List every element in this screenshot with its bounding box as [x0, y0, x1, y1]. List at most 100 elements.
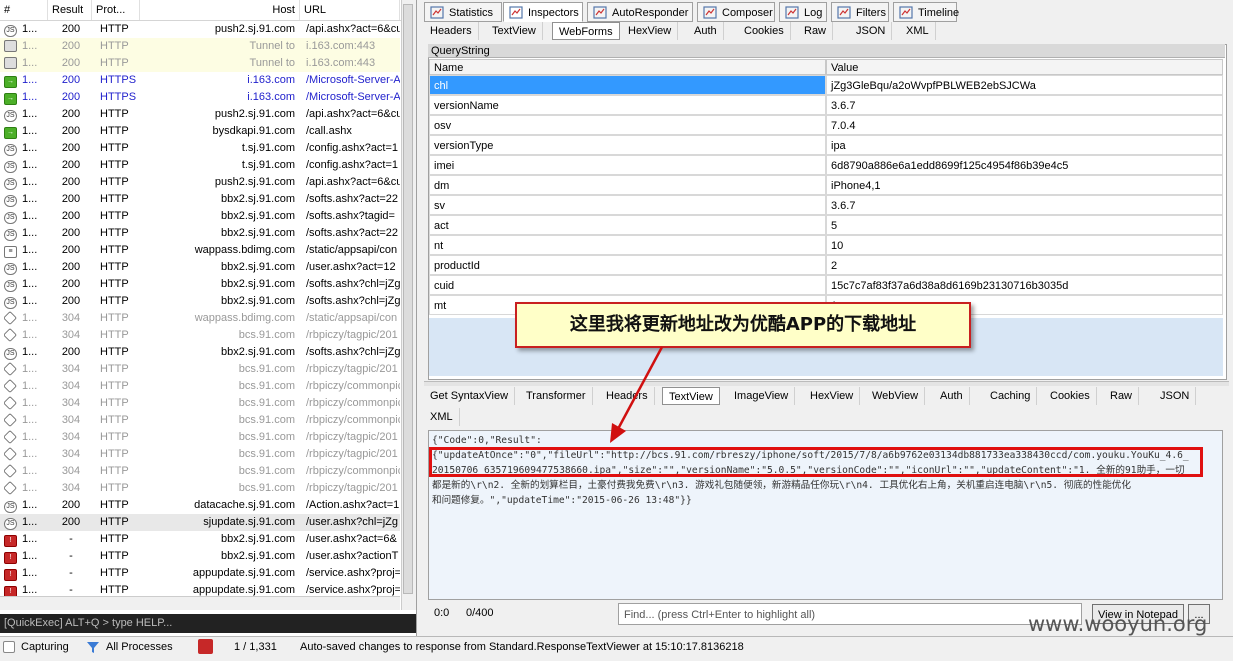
- session-url: /softs.ashx?act=22: [306, 227, 399, 239]
- request-tab-xml[interactable]: XML: [900, 22, 936, 40]
- tab-composer[interactable]: Composer: [697, 2, 775, 22]
- session-row[interactable]: JS 1... 200 HTTP t.sj.91.com/config.ashx?act…: [0, 140, 400, 157]
- session-result: 304: [61, 363, 81, 375]
- find-input[interactable]: Find... (press Ctrl+Enter to highlight a…: [618, 603, 1082, 625]
- session-row[interactable]: → 1... 200 HTTPS i.163.com/Microsoft-Server-…: [0, 72, 400, 89]
- session-url: /Microsoft-Server-A: [306, 91, 400, 103]
- session-row[interactable]: JS 1... 200 HTTP bbx2.sj.91.com/softs.ashx?a…: [0, 191, 400, 208]
- horizontal-scrollbar[interactable]: [0, 596, 400, 610]
- session-row[interactable]: JS 1... 200 HTTP push2.sj.91.com/api.ashx?ac…: [0, 106, 400, 123]
- param-value: 7.0.4: [826, 115, 1223, 135]
- response-tab-transformer[interactable]: Transformer: [520, 387, 593, 405]
- querystring-row[interactable]: productId 2: [429, 255, 1223, 275]
- querystring-row[interactable]: osv 7.0.4: [429, 115, 1223, 135]
- col-url[interactable]: URL: [300, 0, 400, 20]
- request-tab-hexview[interactable]: HexView: [622, 22, 679, 40]
- session-row[interactable]: JS 1... 200 HTTP bbx2.sj.91.com/softs.ashx?c…: [0, 344, 400, 361]
- col-host[interactable]: Host: [140, 0, 300, 20]
- param-name: cuid: [429, 275, 826, 295]
- querystring-row[interactable]: nt 10: [429, 235, 1223, 255]
- response-tab-hexview[interactable]: HexView: [804, 387, 861, 405]
- request-tab-auth[interactable]: Auth: [688, 22, 724, 40]
- tab-inspectors[interactable]: Inspectors: [503, 2, 583, 22]
- request-tab-json[interactable]: JSON: [850, 22, 893, 40]
- response-tab-json[interactable]: JSON: [1154, 387, 1197, 405]
- response-tab-auth[interactable]: Auth: [934, 387, 970, 405]
- session-row[interactable]: 1... 304 HTTP wappass.bdimg.com/static/apps…: [0, 310, 400, 327]
- request-tab-webforms[interactable]: WebForms: [552, 22, 620, 40]
- session-row[interactable]: 1... 304 HTTP bcs.91.com/rbpiczy/commonpic: [0, 378, 400, 395]
- querystring-row[interactable]: versionType ipa: [429, 135, 1223, 155]
- tab-log[interactable]: Log: [779, 2, 827, 22]
- querystring-row[interactable]: cuid 15c7c7af83f37a6d38a8d6169b23130716b3…: [429, 275, 1223, 295]
- session-row[interactable]: 1... 304 HTTP bcs.91.com/rbpiczy/tagpic/201: [0, 361, 400, 378]
- querystring-row[interactable]: act 5: [429, 215, 1223, 235]
- session-row[interactable]: ! 1... - HTTP bbx2.sj.91.com/user.ashx?actio…: [0, 548, 400, 565]
- querystring-col-value[interactable]: Value: [826, 59, 1223, 75]
- request-tab-raw[interactable]: Raw: [798, 22, 834, 40]
- stop-icon[interactable]: [198, 639, 213, 654]
- session-row[interactable]: JS 1... 200 HTTP bbx2.sj.91.com/softs.ashx?c…: [0, 276, 400, 293]
- session-row[interactable]: JS 1... 200 HTTP bbx2.sj.91.com/user.ashx?ac…: [0, 259, 400, 276]
- response-tab-raw[interactable]: Raw: [1104, 387, 1140, 405]
- session-row[interactable]: JS 1... 200 HTTP datacache.sj.91.com/Action.…: [0, 497, 400, 514]
- session-row[interactable]: 1... 304 HTTP bcs.91.com/rbpiczy/commonpic: [0, 463, 400, 480]
- tab-statistics[interactable]: Statistics: [424, 2, 502, 22]
- request-tab-headers[interactable]: Headers: [424, 22, 479, 40]
- param-value: ipa: [826, 135, 1223, 155]
- session-row[interactable]: ! 1... - HTTP bbx2.sj.91.com/user.ashx?act=6…: [0, 531, 400, 548]
- session-row[interactable]: 1... 200 HTTP Tunnel to i.163.com:443: [0, 55, 400, 72]
- process-filter[interactable]: All Processes: [106, 637, 173, 657]
- param-value: 5: [826, 215, 1223, 235]
- request-tab-textview[interactable]: TextView: [486, 22, 543, 40]
- response-tab-caching[interactable]: Caching: [984, 387, 1038, 405]
- scrollbar-thumb[interactable]: [403, 4, 413, 594]
- session-row[interactable]: JS 1... 200 HTTP bbx2.sj.91.com/softs.ashx?a…: [0, 225, 400, 242]
- session-row[interactable]: JS 1... 200 HTTP bbx2.sj.91.com/softs.ashx?t…: [0, 208, 400, 225]
- tab-timeline[interactable]: Timeline: [893, 2, 959, 22]
- session-num: 1...: [22, 193, 38, 205]
- col-num[interactable]: #: [0, 0, 48, 20]
- session-row[interactable]: 1... 304 HTTP bcs.91.com/rbpiczy/commonpic: [0, 412, 400, 429]
- capturing-label[interactable]: Capturing: [21, 637, 69, 657]
- session-row[interactable]: 1... 200 HTTP Tunnel to i.163.com:443: [0, 38, 400, 55]
- response-tab-imageview[interactable]: ImageView: [728, 387, 796, 405]
- session-row[interactable]: ≡ 1... 200 HTTP wappass.bdimg.com/static/app…: [0, 242, 400, 259]
- col-protocol[interactable]: Prot...: [92, 0, 140, 20]
- tab-autoresponder[interactable]: AutoResponder: [587, 2, 693, 22]
- response-tab-webview[interactable]: WebView: [866, 387, 926, 405]
- querystring-row[interactable]: dm iPhone4,1: [429, 175, 1223, 195]
- session-host: sjupdate.sj.91.com: [203, 516, 295, 528]
- col-result[interactable]: Result: [48, 0, 92, 20]
- session-row[interactable]: 1... 304 HTTP bcs.91.com/rbpiczy/tagpic/201: [0, 429, 400, 446]
- response-tab-cookies[interactable]: Cookies: [1044, 387, 1097, 405]
- session-row[interactable]: JS 1... 200 HTTP bbx2.sj.91.com/softs.ashx?c…: [0, 293, 400, 310]
- response-tab-xml[interactable]: XML: [424, 408, 460, 426]
- querystring-row[interactable]: chl jZg3GleBqu/a2oWvpfPBLWEB2ebSJCWa: [429, 75, 1223, 95]
- session-row[interactable]: 1... 304 HTTP bcs.91.com/rbpiczy/tagpic/201: [0, 480, 400, 497]
- d304-icon: [4, 463, 18, 479]
- pane-splitter[interactable]: [424, 381, 1229, 386]
- querystring-col-name[interactable]: Name: [429, 59, 826, 75]
- quickexec-input[interactable]: [QuickExec] ALT+Q > type HELP...: [0, 614, 416, 633]
- request-tab-cookies[interactable]: Cookies: [738, 22, 791, 40]
- querystring-row[interactable]: sv 3.6.7: [429, 195, 1223, 215]
- param-name: nt: [429, 235, 826, 255]
- session-url: /static/appsapi/con: [306, 312, 398, 324]
- session-row[interactable]: JS 1... 200 HTTP push2.sj.91.com/api.ashx?ac…: [0, 21, 400, 38]
- tab-filters[interactable]: Filters: [831, 2, 889, 22]
- session-row[interactable]: JS 1... 200 HTTP sjupdate.sj.91.com/user.ash…: [0, 514, 400, 531]
- session-row[interactable]: → 1... 200 HTTPS i.163.com/Microsoft-Server-…: [0, 89, 400, 106]
- session-result: 304: [61, 431, 81, 443]
- session-row[interactable]: 1... 304 HTTP bcs.91.com/rbpiczy/tagpic/201: [0, 446, 400, 463]
- session-row[interactable]: → 1... 200 HTTP bysdkapi.91.com/call.ashx: [0, 123, 400, 140]
- querystring-row[interactable]: versionName 3.6.7: [429, 95, 1223, 115]
- pencil-icon: [703, 6, 717, 19]
- session-row[interactable]: JS 1... 200 HTTP push2.sj.91.com/api.ashx?ac…: [0, 174, 400, 191]
- session-row[interactable]: 1... 304 HTTP bcs.91.com/rbpiczy/commonpic: [0, 395, 400, 412]
- response-tab-get-syntaxview[interactable]: Get SyntaxView: [424, 387, 516, 405]
- session-row[interactable]: ! 1... - HTTP appupdate.sj.91.com/service.as…: [0, 565, 400, 582]
- session-row[interactable]: 1... 304 HTTP bcs.91.com/rbpiczy/tagpic/201: [0, 327, 400, 344]
- querystring-row[interactable]: imei 6d8790a886e6a1edd8699f125c4954f86b39…: [429, 155, 1223, 175]
- session-row[interactable]: JS 1... 200 HTTP t.sj.91.com/config.ashx?act…: [0, 157, 400, 174]
